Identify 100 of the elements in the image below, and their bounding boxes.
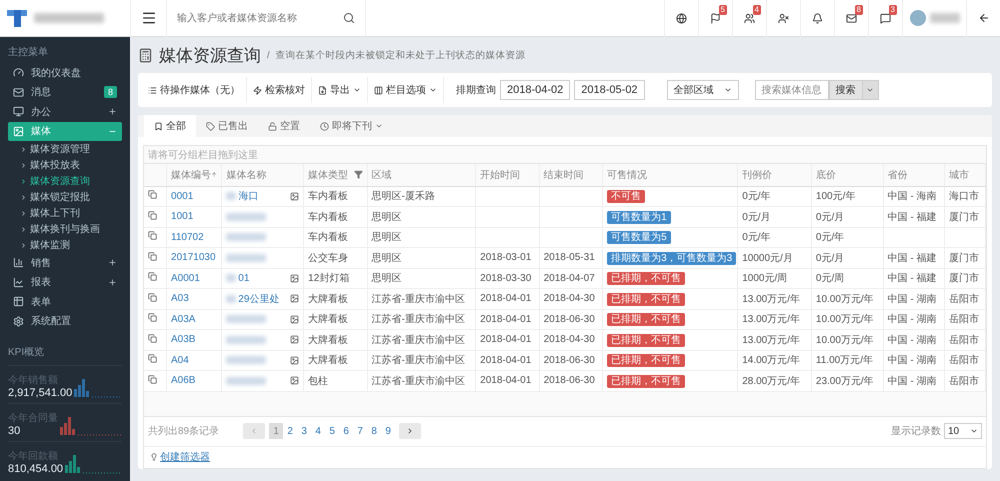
- sidebar-item[interactable]: 销售: [8, 253, 122, 272]
- table-cell: 28.00万元/年: [742, 376, 800, 387]
- group-hint: 请将可分组栏目拖到这里: [144, 146, 986, 164]
- toolbar-button[interactable]: 导出: [312, 77, 368, 103]
- table-cell: 01: [238, 272, 250, 284]
- page-size-select[interactable]: 10: [944, 423, 982, 439]
- column-header[interactable]: 底价: [816, 168, 836, 182]
- table-cell: 2018-04-01: [480, 375, 532, 386]
- table-cell: 中国 - 海南: [888, 191, 936, 202]
- page-link[interactable]: 7: [353, 423, 368, 439]
- search-button[interactable]: 搜索: [828, 80, 863, 100]
- table-cell: 中国 - 福建: [888, 252, 936, 264]
- page-link[interactable]: 2: [283, 423, 298, 439]
- media-id-link[interactable]: A03A: [171, 314, 196, 325]
- toolbar-button[interactable]: 待操作媒体（无）: [142, 77, 247, 103]
- page-link[interactable]: 4: [311, 423, 326, 439]
- toolbar-button[interactable]: 栏目选项: [368, 77, 444, 103]
- count-badge: 5: [718, 4, 727, 14]
- status-badge: 可售数量为1: [607, 210, 671, 224]
- page-link[interactable]: 9: [381, 423, 396, 439]
- media-id-link[interactable]: A03: [171, 293, 189, 304]
- table-cell: 思明区: [372, 252, 402, 264]
- media-id-link[interactable]: A04: [171, 354, 189, 366]
- page-link[interactable]: 1: [269, 423, 284, 439]
- kpi-value: 30: [8, 425, 22, 437]
- table-cell: 23.00万元/年: [816, 376, 874, 387]
- table-cell: 岳阳市: [948, 355, 979, 366]
- table-cell: 13.00万元/年: [742, 334, 800, 346]
- sidebar-item[interactable]: 我的仪表盘: [8, 63, 122, 82]
- page-link[interactable]: 5: [325, 423, 340, 439]
- column-header[interactable]: 可售情况: [607, 168, 648, 182]
- table-cell: 2018-04-07: [544, 272, 595, 284]
- sidebar-item[interactable]: 媒体: [8, 122, 122, 141]
- submenu-item[interactable]: 媒体监测: [0, 237, 130, 253]
- date-field[interactable]: 2018-04-02: [500, 80, 570, 100]
- table-cell: 2018-04-01: [480, 354, 532, 366]
- search-field[interactable]: 输入客户或者媒体资源名称: [166, 0, 366, 36]
- status-badge: 已排期，不可售: [607, 354, 686, 368]
- notification-button[interactable]: 8: [834, 0, 868, 36]
- count-badge: 4: [752, 4, 761, 14]
- table-cell: 0元/周: [816, 273, 844, 284]
- table-cell: 车内看板: [308, 191, 348, 202]
- table-cell: 大牌看板: [308, 294, 348, 305]
- column-header[interactable]: 区域: [372, 168, 392, 182]
- sidebar-item[interactable]: 报表: [8, 272, 122, 292]
- table-cell: 思明区: [372, 273, 402, 284]
- record-count: 共列出89条记录: [148, 424, 220, 438]
- table-cell: 厦门市: [948, 273, 979, 284]
- table-cell: 2018-04-30: [544, 293, 595, 304]
- tab[interactable]: 已售出: [196, 115, 258, 137]
- page-link[interactable]: 8: [367, 423, 382, 439]
- table-cell: 100元/年: [816, 191, 856, 202]
- table-cell: 13.00万元/年: [742, 314, 800, 326]
- sidebar-item[interactable]: 表单: [8, 292, 122, 312]
- table-cell: 大牌看板: [308, 334, 348, 346]
- tab[interactable]: 全部: [144, 115, 196, 137]
- page-subtitle: 查询在某个时段内未被锁定和未处于上刊状态的媒体资源: [276, 48, 526, 62]
- media-id-link[interactable]: A06B: [171, 375, 196, 386]
- notification-button[interactable]: 4: [732, 0, 766, 36]
- table-cell: 岳阳市: [948, 334, 979, 346]
- table-cell: 2018-06-30: [544, 354, 595, 366]
- date-field[interactable]: 2018-05-02: [574, 80, 645, 100]
- search-field[interactable]: 搜索媒体信息: [754, 80, 829, 100]
- table-cell: 江苏省-重庆市渝中区: [372, 376, 465, 387]
- submenu-item[interactable]: 媒体锁定报批: [0, 189, 130, 205]
- table-cell: 岳阳市: [948, 376, 979, 387]
- count-badge: 8: [104, 86, 117, 98]
- table-cell: 海口市: [948, 191, 979, 202]
- toolbar-button[interactable]: 检索核对: [247, 77, 312, 103]
- status-badge: 已排期，不可售: [607, 374, 686, 388]
- table-cell: 11.00万元/年: [816, 355, 873, 366]
- submenu-item[interactable]: 媒体投放表: [0, 157, 130, 173]
- submenu-item[interactable]: 媒体资源管理: [0, 141, 130, 157]
- media-id-link[interactable]: A03B: [171, 334, 196, 346]
- section-title: KPI概览: [7, 346, 46, 360]
- sidebar-item[interactable]: 系统配置: [8, 312, 122, 331]
- media-id-link[interactable]: 0001: [171, 190, 194, 202]
- table-cell: 车内看板: [308, 232, 348, 244]
- media-id-link[interactable]: A0001: [171, 272, 200, 284]
- sidebar-item[interactable]: 办公: [8, 102, 122, 122]
- table-cell: 大牌看板: [308, 314, 348, 326]
- tab[interactable]: 空置: [258, 115, 310, 137]
- media-id-link[interactable]: 110702: [171, 232, 204, 243]
- submenu-item[interactable]: 媒体换刊与换画: [0, 221, 130, 237]
- page-link[interactable]: 3: [297, 423, 312, 439]
- media-id-link[interactable]: 1001: [171, 211, 194, 222]
- status-badge: 排期数量为3，可售数量为3: [607, 252, 736, 265]
- sidebar-item[interactable]: 消息 8: [8, 82, 122, 102]
- tab[interactable]: 即将下刊: [310, 115, 393, 137]
- submenu-item[interactable]: 媒体上下刊: [0, 205, 130, 221]
- page-link[interactable]: 6: [339, 423, 354, 439]
- notification-button[interactable]: 3: [868, 0, 902, 36]
- media-id-link[interactable]: 20171030: [171, 252, 216, 264]
- submenu-item[interactable]: 媒体资源查询: [0, 173, 130, 189]
- table-cell: 14.00万元/年: [742, 355, 800, 366]
- table-cell: 江苏省-重庆市渝中区: [372, 314, 465, 326]
- status-badge: 不可售: [607, 190, 646, 204]
- create-filter-link[interactable]: 创建筛选器: [160, 450, 210, 464]
- notification-button[interactable]: 5: [698, 0, 732, 36]
- region-select[interactable]: 全部区域: [666, 80, 739, 100]
